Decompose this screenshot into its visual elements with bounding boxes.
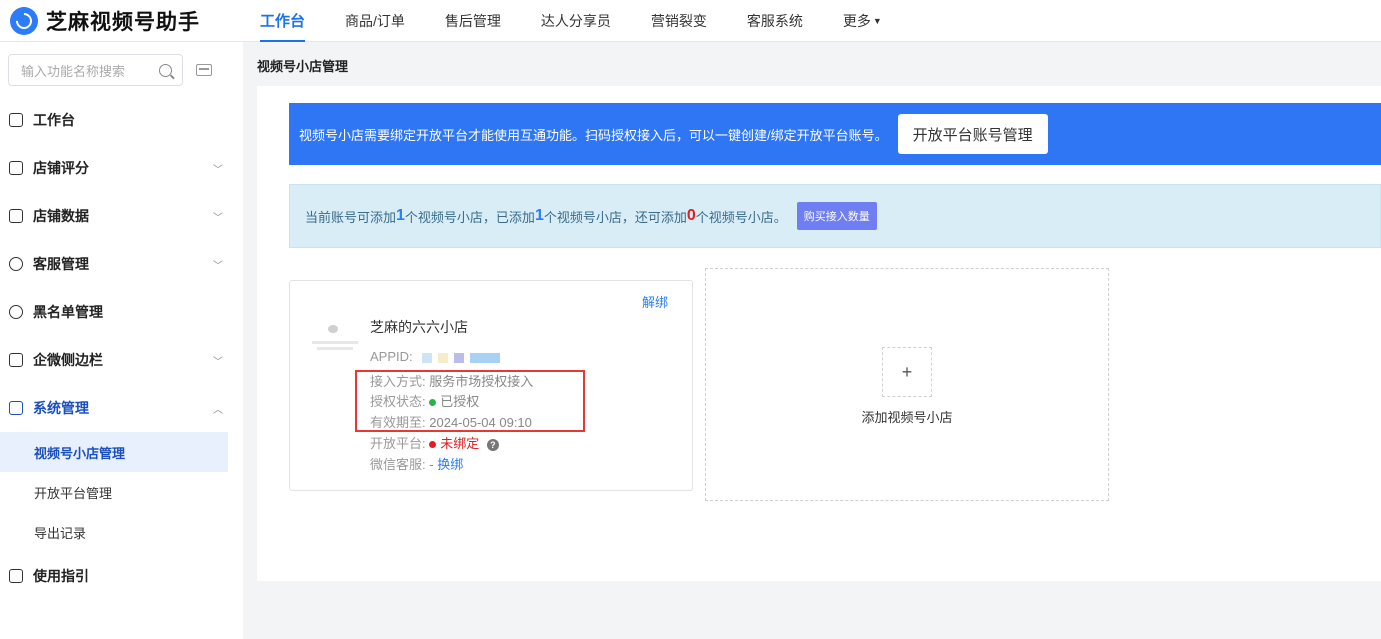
plus-icon[interactable]: + (882, 347, 932, 397)
rebind-link[interactable]: 换绑 (437, 457, 463, 472)
open-platform-manage-button[interactable]: 开放平台账号管理 (897, 114, 1048, 154)
top-nav: 工作台 商品/订单 售后管理 达人分享员 营销裂变 客服系统 更多 ▼ (240, 0, 902, 42)
platform-label: 开放平台: (370, 436, 426, 451)
nav-customer-service[interactable]: 客服系统 (727, 0, 823, 42)
banner-text: 视频号小店需要绑定开放平台才能使用互通功能。扫码授权接入后，可以一键创建/绑定开… (299, 127, 888, 143)
sidebar-item-label: 系统管理 (33, 400, 89, 416)
chevron-down-icon: ﹀ (213, 164, 223, 176)
app-name: 芝麻视频号助手 (46, 10, 200, 34)
sidebar-item-shop-data[interactable]: 店铺数据 ﹀ (0, 192, 243, 240)
unbind-link[interactable]: 解绑 (642, 292, 668, 311)
guide-icon (9, 569, 23, 583)
status-dot-icon (429, 441, 437, 449)
nav-products-orders[interactable]: 商品/订单 (325, 0, 425, 42)
list-icon (9, 353, 23, 367)
chart-icon (9, 209, 23, 223)
nav-more[interactable]: 更多 ▼ (823, 0, 902, 42)
chevron-down-icon: ﹀ (213, 260, 223, 272)
wechat-label: 微信客服: (370, 457, 426, 472)
nav-after-sales[interactable]: 售后管理 (425, 0, 521, 42)
nav-marketing[interactable]: 营销裂变 (631, 0, 727, 42)
platform-value: 未绑定 (440, 436, 480, 451)
quota-used: 1 (534, 207, 544, 224)
sidebar-subitem-shop-management[interactable]: 视频号小店管理 (0, 432, 228, 472)
chevron-down-icon: ﹀ (213, 212, 223, 224)
sidebar-item-label: 企微侧边栏 (33, 352, 103, 368)
chevron-up-icon: ︿ (213, 404, 223, 416)
quota-text-2: 个视频号小店，已添加 (404, 209, 535, 225)
app-logo[interactable]: 芝麻视频号助手 (0, 6, 240, 36)
wechat-value: - (429, 457, 434, 472)
sidebar-item-workbench[interactable]: 工作台 (0, 96, 243, 144)
appid-row: APPID: (370, 349, 501, 364)
search-placeholder: 输入功能名称搜索 (21, 63, 126, 79)
sidebar-item-label: 客服管理 (33, 256, 89, 272)
caret-down-icon: ▼ (872, 15, 882, 26)
quota-remaining: 0 (686, 207, 696, 224)
quota-text-1: 当前账号可添加 (305, 209, 397, 225)
shop-thumbnail (312, 319, 360, 359)
buy-quota-button[interactable]: 购买接入数量 (796, 202, 877, 230)
appid-redacted (422, 352, 501, 363)
sidebar-item-customer-service[interactable]: 客服管理 ﹀ (0, 240, 243, 288)
monitor-icon (9, 113, 23, 127)
wechat-service-row: 微信客服: - 换绑 (370, 454, 463, 473)
terminal-icon (9, 401, 23, 415)
quota-text-3: 个视频号小店，还可添加 (543, 209, 687, 225)
collapse-menu-icon[interactable] (196, 64, 212, 76)
sidebar-subitem-export-records[interactable]: 导出记录 (0, 512, 228, 552)
help-icon[interactable]: ? (486, 438, 499, 451)
sidebar-item-blacklist[interactable]: 黑名单管理 (0, 288, 243, 336)
nav-more-label: 更多 (842, 12, 871, 29)
main-panel: 视频号小店需要绑定开放平台才能使用互通功能。扫码授权接入后，可以一键创建/绑定开… (257, 86, 1381, 581)
sidebar-item-label: 店铺数据 (33, 208, 89, 224)
highlight-box (355, 370, 585, 432)
add-shop-card[interactable]: + 添加视频号小店 (705, 268, 1109, 501)
page-title: 视频号小店管理 (257, 59, 349, 74)
sidebar-item-label: 工作台 (33, 112, 75, 128)
top-bar: 芝麻视频号助手 工作台 商品/订单 售后管理 达人分享员 营销裂变 客服系统 更… (0, 0, 1381, 42)
sidebar-item-label: 黑名单管理 (33, 304, 103, 320)
search-icon[interactable] (159, 63, 172, 77)
sidebar-item-label: 店铺评分 (33, 160, 89, 176)
sidebar-item-shop-rating[interactable]: 店铺评分 ﹀ (0, 144, 243, 192)
quota-info: 当前账号可添加 1 个视频号小店，已添加 1 个视频号小店，还可添加 0 个视频… (289, 184, 1381, 248)
sidebar: 输入功能名称搜索 工作台 店铺评分 ﹀ 店铺数据 ﹀ 客服管理 ﹀ 黑名单管理 … (0, 42, 243, 639)
quota-allowed: 1 (396, 207, 405, 224)
sidebar-item-system[interactable]: 系统管理 ︿ (0, 384, 243, 432)
logo-icon (10, 6, 38, 35)
sidebar-item-label: 使用指引 (33, 568, 89, 584)
headset-icon (9, 257, 23, 271)
chevron-down-icon: ﹀ (213, 356, 223, 368)
sidebar-item-guide[interactable]: 使用指引 (0, 552, 243, 600)
sidebar-item-wecom-sidebar[interactable]: 企微侧边栏 ﹀ (0, 336, 243, 384)
notice-banner: 视频号小店需要绑定开放平台才能使用互通功能。扫码授权接入后，可以一键创建/绑定开… (289, 103, 1381, 165)
sidebar-subitem-open-platform[interactable]: 开放平台管理 (0, 472, 228, 512)
shop-name: 芝麻的六六小店 (370, 319, 468, 335)
shop-icon (9, 161, 23, 175)
open-platform-row: 开放平台: 未绑定 ? (370, 433, 499, 452)
user-block-icon (9, 305, 23, 319)
quota-text-4: 个视频号小店。 (695, 209, 787, 225)
nav-influencer[interactable]: 达人分享员 (521, 0, 631, 42)
appid-label: APPID: (370, 349, 413, 364)
feature-search-input[interactable]: 输入功能名称搜索 (8, 54, 183, 86)
add-shop-label: 添加视频号小店 (861, 410, 953, 425)
nav-workbench[interactable]: 工作台 (240, 0, 325, 42)
